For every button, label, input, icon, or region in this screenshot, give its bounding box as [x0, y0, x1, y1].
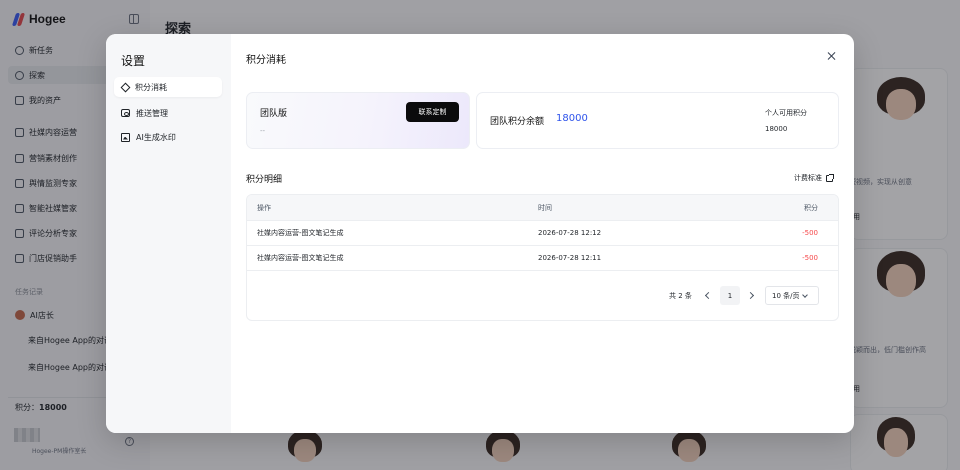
- row-points: -500: [802, 254, 818, 262]
- row-points: -500: [802, 229, 818, 237]
- personal-points-label: 个人可用积分: [765, 109, 807, 117]
- column-header: 时间: [538, 203, 552, 212]
- menu-label: 推送管理: [136, 108, 168, 118]
- pagination: 共 2 条 1 10 条/页: [247, 286, 838, 306]
- column-header: 操作: [257, 203, 271, 212]
- row-operation: 社媒内容运营-图文笔记生成: [257, 254, 344, 262]
- menu-label: 积分消耗: [135, 82, 167, 92]
- push-icon: [121, 109, 130, 117]
- page-button-current[interactable]: 1: [720, 286, 740, 305]
- plan-name: 团队版: [260, 109, 288, 119]
- points-table: 操作 时间 积分 社媒内容运营-图文笔记生成 2026-07-28 12:12 …: [246, 194, 839, 321]
- settings-title: 设置: [121, 54, 146, 68]
- points-detail-title: 积分明细: [246, 175, 283, 185]
- settings-sidebar: 设置 积分消耗 推送管理 AI生成水印: [106, 34, 231, 433]
- menu-label: AI生成水印: [136, 132, 176, 142]
- chevron-down-icon: [801, 291, 808, 298]
- table-header: 操作 时间 积分: [247, 195, 838, 221]
- settings-menu-push[interactable]: 推送管理: [114, 103, 222, 123]
- table-row: 社媒内容运营-图文笔记生成 2026-07-28 12:11 -500: [247, 246, 838, 271]
- billing-standard-link[interactable]: 计费标准: [794, 173, 834, 183]
- diamond-icon: [120, 82, 131, 92]
- balance-card: 团队积分余额 18000 个人可用积分 18000: [476, 92, 839, 149]
- column-header: 积分: [804, 203, 818, 212]
- contact-custom-button[interactable]: 联系定制: [406, 102, 459, 122]
- billing-link-label: 计费标准: [794, 174, 822, 182]
- row-time: 2026-07-28 12:12: [538, 229, 602, 237]
- row-operation: 社媒内容运营-图文笔记生成: [257, 229, 344, 237]
- chevron-left-icon[interactable]: [704, 291, 712, 299]
- settings-modal: 设置 积分消耗 推送管理 AI生成水印 积分消耗 团队版 -- 联系定制 团队积…: [106, 34, 854, 433]
- plan-subtitle: --: [260, 127, 266, 135]
- table-row: 社媒内容运营-图文笔记生成 2026-07-28 12:12 -500: [247, 221, 838, 246]
- plan-card: 团队版 -- 联系定制: [246, 92, 470, 149]
- chevron-right-icon[interactable]: [747, 291, 755, 299]
- pagination-total: 共 2 条: [669, 292, 692, 300]
- section-title: 积分消耗: [246, 55, 286, 66]
- external-link-icon: [826, 173, 834, 182]
- settings-menu-watermark[interactable]: AI生成水印: [114, 127, 222, 147]
- team-balance-value: 18000: [556, 113, 588, 124]
- image-icon: [121, 132, 130, 142]
- settings-content: 积分消耗 团队版 -- 联系定制 团队积分余额 18000 个人可用积分 180…: [231, 34, 854, 433]
- team-balance-label: 团队积分余额: [490, 117, 545, 127]
- personal-points-value: 18000: [765, 125, 788, 133]
- page-size-value: 10 条/页: [772, 291, 800, 300]
- row-time: 2026-07-28 12:11: [538, 254, 602, 262]
- close-icon[interactable]: [826, 50, 838, 62]
- settings-menu-points[interactable]: 积分消耗: [114, 77, 222, 97]
- page-size-select[interactable]: 10 条/页: [765, 286, 819, 305]
